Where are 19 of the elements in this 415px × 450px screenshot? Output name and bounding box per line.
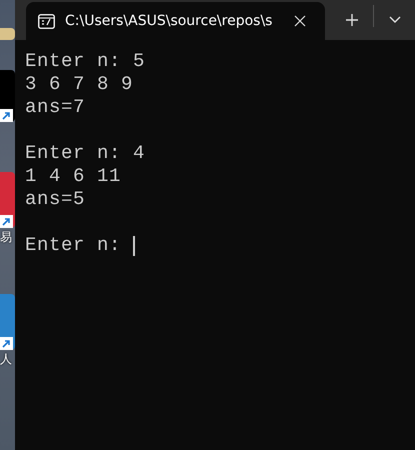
close-icon bbox=[294, 15, 306, 27]
desktop-shortcut-icon[interactable] bbox=[0, 70, 15, 122]
chevron-down-icon bbox=[389, 16, 401, 24]
input-text: 3 6 7 8 9 bbox=[25, 73, 134, 96]
terminal-icon bbox=[38, 14, 55, 28]
shortcut-arrow-icon bbox=[2, 111, 11, 120]
desktop-icon-label: 易 bbox=[0, 230, 12, 244]
plus-icon bbox=[345, 13, 359, 27]
shortcut-arrow-icon bbox=[2, 217, 11, 226]
prompt-text: Enter n: bbox=[25, 234, 122, 257]
shortcut-arrow-icon bbox=[2, 339, 11, 348]
input-text: 1 4 6 11 bbox=[25, 165, 122, 188]
prompt-text: Enter n: 4 bbox=[25, 142, 146, 165]
desktop-icon-label: 人 bbox=[0, 352, 12, 366]
terminal-tab[interactable]: C:\Users\ASUS\source\repos\s bbox=[26, 2, 325, 40]
result-text: ans=5 bbox=[25, 188, 86, 211]
tab-title: C:\Users\ASUS\source\repos\s bbox=[65, 13, 274, 29]
result-text: ans=7 bbox=[25, 96, 86, 119]
prompt-text: Enter n: 5 bbox=[25, 50, 146, 73]
